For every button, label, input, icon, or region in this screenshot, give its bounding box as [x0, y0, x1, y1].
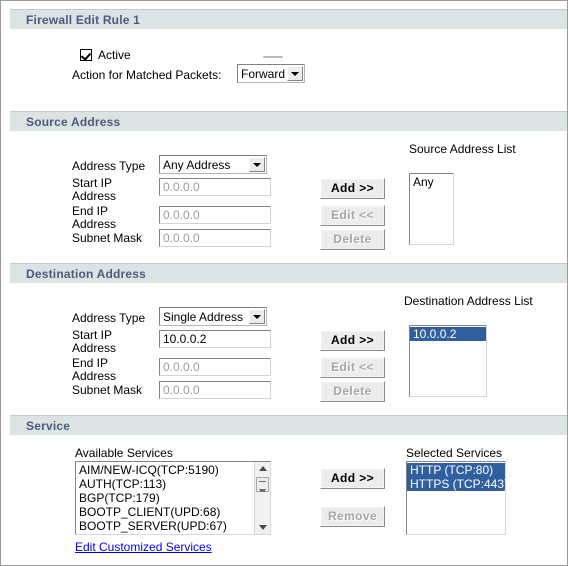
firewall-edit-rule-page: Firewall Edit Rule 1 Active Action for M… [0, 0, 568, 566]
scroll-down-arrow-icon[interactable] [255, 520, 270, 534]
available-services-title: Available Services [75, 446, 173, 460]
active-checkbox-label: Active [98, 48, 131, 62]
scrollbar-thumb[interactable] [256, 477, 269, 492]
destination-end-ip-input[interactable]: 0.0.0.0 [159, 358, 271, 376]
section-title-destination-address: Destination Address [26, 267, 147, 281]
list-item[interactable]: BGP(TCP:179) [76, 491, 254, 505]
action-for-matched-packets-label: Action for Matched Packets: [72, 68, 222, 82]
section-header-service: Service [10, 415, 567, 435]
section-header-firewall: Firewall Edit Rule 1 [10, 9, 567, 29]
service-remove-button[interactable]: Remove [320, 506, 385, 527]
destination-edit-button[interactable]: Edit << [320, 357, 385, 378]
service-add-button[interactable]: Add >> [320, 468, 385, 489]
list-item[interactable]: HTTP (TCP:80) [407, 463, 505, 477]
source-address-list-title: Source Address List [409, 142, 516, 156]
source-address-type-select[interactable]: Any Address [159, 155, 267, 174]
destination-address-type-label: Address Type [72, 311, 146, 325]
list-item[interactable]: BOOTP_SERVER(UPD:67) [76, 519, 254, 533]
edit-customized-services-link[interactable]: Edit Customized Services [75, 540, 212, 554]
destination-delete-button[interactable]: Delete [320, 381, 385, 402]
list-item[interactable]: Any [410, 175, 453, 189]
list-item[interactable]: BOOTP_CLIENT(UPD:68) [76, 505, 254, 519]
source-start-ip-input[interactable]: 0.0.0.0 [159, 178, 271, 196]
action-for-matched-packets-select[interactable]: Forward [237, 64, 305, 83]
dropdown-artifact-line [263, 56, 283, 58]
source-delete-button[interactable]: Delete [320, 229, 385, 250]
section-title-service: Service [26, 419, 71, 433]
destination-address-type-value: Single Address [163, 309, 244, 324]
source-end-ip-input[interactable]: 0.0.0.0 [159, 206, 271, 224]
chevron-down-icon[interactable] [249, 157, 265, 172]
section-title-source-address: Source Address [26, 115, 121, 129]
action-select-value: Forward [241, 66, 286, 81]
chevron-down-icon[interactable] [287, 66, 303, 81]
list-item[interactable]: AIM/NEW-ICQ(TCP:5190) [76, 463, 254, 477]
selected-services-listbox[interactable]: HTTP (TCP:80) HTTPS (TCP:443) [406, 461, 506, 535]
source-address-type-value: Any Address [163, 157, 231, 172]
selected-services-title: Selected Services [406, 446, 503, 460]
scroll-up-arrow-icon[interactable] [255, 462, 270, 476]
source-address-listbox[interactable]: Any [409, 173, 454, 245]
list-item[interactable]: 10.0.0.2 [410, 327, 486, 341]
available-services-listbox[interactable]: AIM/NEW-ICQ(TCP:5190) AUTH(TCP:113) BGP(… [75, 461, 271, 535]
available-services-scrollbar[interactable] [254, 462, 270, 534]
source-edit-button[interactable]: Edit << [320, 205, 385, 226]
destination-add-button[interactable]: Add >> [320, 330, 385, 351]
active-checkbox[interactable] [80, 49, 92, 61]
destination-subnet-mask-label: Subnet Mask [72, 383, 143, 397]
source-add-button[interactable]: Add >> [320, 178, 385, 199]
active-checkbox-row[interactable]: Active [80, 48, 131, 62]
list-item[interactable]: HTTPS (TCP:443) [407, 477, 505, 491]
destination-start-ip-label-line2: Address [72, 341, 117, 355]
destination-subnet-mask-input[interactable]: 0.0.0.0 [159, 381, 271, 399]
available-services-options: AIM/NEW-ICQ(TCP:5190) AUTH(TCP:113) BGP(… [76, 463, 254, 534]
source-address-type-label: Address Type [72, 159, 146, 173]
source-subnet-mask-label: Subnet Mask [72, 231, 143, 245]
destination-address-type-select[interactable]: Single Address [159, 307, 267, 326]
source-subnet-mask-input[interactable]: 0.0.0.0 [159, 229, 271, 247]
section-header-destination-address: Destination Address [10, 263, 567, 283]
section-title-firewall: Firewall Edit Rule 1 [26, 13, 141, 27]
source-end-ip-label-line2: Address [72, 217, 117, 231]
destination-address-list-title: Destination Address List [404, 294, 533, 308]
destination-start-ip-input[interactable]: 10.0.0.2 [159, 330, 271, 348]
source-start-ip-label-line2: Address [72, 189, 117, 203]
list-item[interactable]: AUTH(TCP:113) [76, 477, 254, 491]
section-header-source-address: Source Address [10, 111, 567, 131]
destination-address-listbox[interactable]: 10.0.0.2 [409, 325, 487, 397]
destination-end-ip-label-line2: Address [72, 369, 117, 383]
chevron-down-icon[interactable] [249, 309, 265, 324]
